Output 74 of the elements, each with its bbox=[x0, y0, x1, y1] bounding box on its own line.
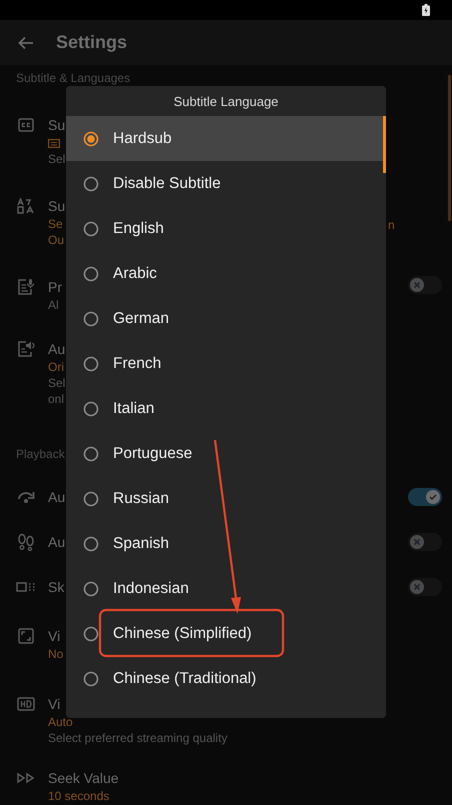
language-option[interactable]: Hardsub bbox=[66, 116, 386, 161]
toggle-switch[interactable] bbox=[408, 276, 442, 294]
radio-button[interactable] bbox=[83, 400, 99, 416]
setting-value: 10 seconds bbox=[48, 789, 110, 803]
captions-icon bbox=[18, 118, 34, 132]
radio-button[interactable] bbox=[83, 130, 99, 146]
footprints-icon bbox=[17, 533, 35, 551]
radio-button[interactable] bbox=[83, 446, 99, 462]
setting-title: Seek Value bbox=[48, 769, 119, 788]
setting-title: Au bbox=[48, 533, 66, 552]
dialog-title: Subtitle Language bbox=[174, 94, 278, 108]
language-option[interactable]: French bbox=[66, 341, 386, 386]
language-option[interactable]: Chinese (Traditional) bbox=[66, 656, 386, 701]
setting-title: Au bbox=[48, 488, 66, 507]
radio-button[interactable] bbox=[83, 176, 99, 192]
section-header: Playback bbox=[16, 447, 65, 461]
setting-title: Pr bbox=[48, 278, 62, 297]
redo-icon bbox=[17, 490, 35, 504]
toggle-switch[interactable] bbox=[408, 488, 442, 506]
radio-button[interactable] bbox=[83, 220, 99, 236]
setting-value: Auto bbox=[48, 715, 73, 729]
document-mic-icon bbox=[17, 278, 35, 296]
setting-value: Al bbox=[48, 298, 59, 312]
language-option[interactable]: Portuguese bbox=[66, 431, 386, 476]
setting-value: Sel bbox=[48, 152, 66, 166]
setting-value: Se bbox=[48, 217, 63, 231]
battery-icon bbox=[422, 4, 430, 16]
fast-forward-icon bbox=[16, 772, 36, 784]
setting-value: Select preferred streaming quality bbox=[48, 731, 228, 745]
radio-button[interactable] bbox=[83, 536, 99, 552]
document-speaker-icon bbox=[17, 340, 35, 358]
setting-value: Ou bbox=[48, 233, 64, 247]
setting-title: Su bbox=[48, 116, 66, 135]
toggle-switch[interactable] bbox=[408, 533, 442, 551]
resize-icon bbox=[18, 628, 34, 644]
section-header: Subtitle & Languages bbox=[16, 71, 130, 85]
setting-value: Ori bbox=[48, 360, 64, 374]
keyboard-icon bbox=[48, 138, 60, 148]
page-title: Settings bbox=[56, 32, 128, 53]
setting-value: onl bbox=[48, 392, 64, 406]
hd-icon bbox=[17, 697, 35, 711]
toggle-knob bbox=[410, 278, 424, 292]
radio-button[interactable] bbox=[83, 356, 99, 372]
font-icon bbox=[17, 198, 35, 214]
back-icon[interactable] bbox=[18, 36, 34, 50]
skip-frame-icon bbox=[16, 581, 36, 593]
radio-button[interactable] bbox=[83, 490, 99, 506]
setting-value: No bbox=[48, 647, 64, 661]
radio-button[interactable] bbox=[83, 310, 99, 326]
toggle-switch[interactable] bbox=[408, 578, 442, 596]
language-option[interactable]: Indonesian bbox=[66, 566, 386, 611]
toggle-knob bbox=[410, 580, 424, 594]
setting-title: Sk bbox=[48, 578, 64, 597]
toggle-knob bbox=[410, 535, 424, 549]
language-option[interactable]: English bbox=[66, 206, 386, 251]
toggle-knob bbox=[426, 490, 440, 504]
language-option[interactable]: Spanish bbox=[66, 521, 386, 566]
language-option[interactable]: Russian bbox=[66, 476, 386, 521]
language-option[interactable]: Disable Subtitle bbox=[66, 161, 386, 206]
language-option[interactable]: Arabic bbox=[66, 251, 386, 296]
setting-title: Su bbox=[48, 197, 66, 216]
language-option[interactable]: German bbox=[66, 296, 386, 341]
radio-button[interactable] bbox=[83, 626, 99, 642]
setting-title: Au bbox=[48, 340, 66, 359]
setting-title: Vi bbox=[48, 695, 60, 714]
setting-value: n bbox=[388, 218, 395, 232]
scrollbar bbox=[383, 116, 386, 173]
radio-button[interactable] bbox=[83, 266, 99, 282]
language-option[interactable]: Italian bbox=[66, 386, 386, 431]
radio-button[interactable] bbox=[83, 580, 99, 596]
language-option[interactable]: Chinese (Simplified) bbox=[66, 611, 386, 656]
setting-value: Sel bbox=[48, 376, 66, 390]
radio-button[interactable] bbox=[83, 670, 99, 686]
setting-title: Vi bbox=[48, 627, 60, 646]
